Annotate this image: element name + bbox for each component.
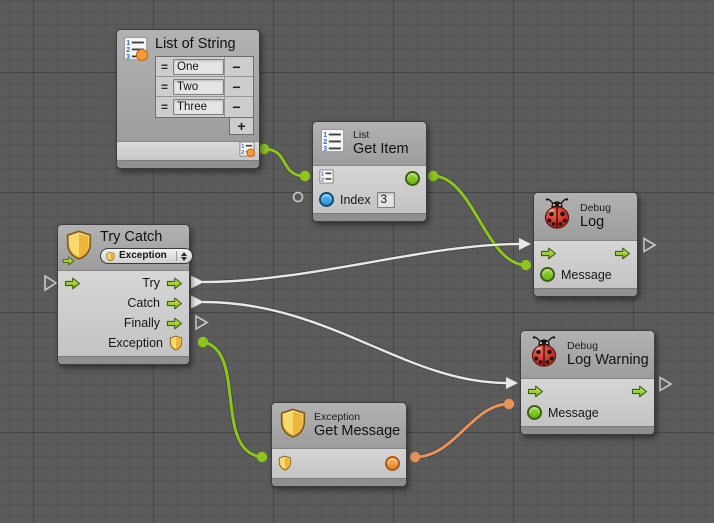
output-port-row — [117, 142, 259, 160]
node-header[interactable]: List Get Item — [313, 122, 426, 166]
node-header[interactable]: Debug Log Warning — [521, 331, 654, 379]
drag-handle-icon[interactable]: = — [156, 60, 173, 74]
exception-label: Exception — [108, 336, 163, 350]
node-title: Log — [580, 215, 611, 230]
list-of-string-icon — [123, 36, 149, 67]
add-item-button[interactable]: + — [229, 118, 254, 135]
node-category: Debug — [580, 203, 611, 214]
exception-type-dropdown[interactable]: Exception — [100, 248, 193, 264]
message-label: Message — [548, 406, 599, 420]
wire-list-to-getitem[interactable] — [259, 144, 310, 181]
trycatch-flow-in-marker[interactable] — [45, 276, 56, 290]
shield-icon — [279, 408, 307, 443]
exception-output-port[interactable] — [169, 335, 183, 351]
try-output-port[interactable] — [166, 277, 183, 290]
finally-output-port[interactable] — [166, 317, 183, 330]
node-category: Exception — [314, 412, 400, 423]
flow-output-port[interactable] — [631, 385, 648, 398]
node-bottom-band — [117, 160, 259, 168]
node-category: Debug — [567, 341, 649, 352]
logwarning-flow-out-marker[interactable] — [660, 378, 671, 391]
message-label: Message — [561, 268, 612, 282]
node-bottom-band — [521, 426, 654, 434]
message-input-port[interactable] — [540, 267, 555, 282]
mini-flow-arrow-icon — [62, 256, 75, 266]
wire-try-to-log[interactable] — [191, 238, 531, 289]
node-header[interactable]: Exception Get Message — [272, 403, 406, 449]
flow-input-port[interactable] — [540, 247, 557, 260]
try-label: Try — [142, 276, 160, 290]
node-title: List of String — [155, 36, 254, 52]
list-item-input[interactable] — [173, 59, 224, 75]
index-label: Index — [340, 193, 371, 207]
node-try-catch[interactable]: Try Catch Exception Try Catch Finall — [57, 224, 190, 365]
catch-output-port[interactable] — [166, 297, 183, 310]
dropdown-value: Exception — [119, 251, 167, 262]
list-item-row: = − — [156, 77, 253, 97]
graph-canvas[interactable]: List of String = − = − = — [0, 0, 714, 523]
exception-input-port[interactable] — [278, 455, 292, 471]
ladybug-icon — [541, 198, 573, 235]
finally-out-marker[interactable] — [196, 316, 207, 329]
node-log-warning[interactable]: Debug Log Warning Message — [520, 330, 655, 435]
dropdown-divider — [176, 251, 177, 261]
node-get-message[interactable]: Exception Get Message — [271, 402, 407, 487]
catch-label: Catch — [127, 296, 160, 310]
message-input-port[interactable] — [527, 405, 542, 420]
drag-handle-icon[interactable]: = — [156, 80, 173, 94]
flow-input-port[interactable] — [64, 277, 81, 290]
index-input-port[interactable] — [319, 192, 334, 207]
node-header[interactable]: Debug Log — [534, 193, 637, 241]
message-output-port[interactable] — [385, 456, 400, 471]
node-get-item[interactable]: List Get Item Index — [312, 121, 427, 222]
shield-flow-icon — [65, 230, 93, 265]
index-in-marker[interactable] — [294, 193, 303, 202]
wire-exception-to-getmessage[interactable] — [198, 337, 267, 462]
drag-handle-icon[interactable]: = — [156, 100, 173, 114]
list-item-input[interactable] — [173, 99, 224, 115]
finally-label: Finally — [124, 316, 160, 330]
remove-item-button[interactable]: − — [224, 57, 248, 76]
flow-output-port[interactable] — [614, 247, 631, 260]
list-output-port[interactable] — [239, 141, 255, 162]
shield-icon — [106, 251, 115, 262]
node-bottom-band — [534, 288, 637, 296]
remove-item-button[interactable]: − — [224, 77, 248, 96]
node-debug-log[interactable]: Debug Log Message — [533, 192, 638, 297]
node-list-of-string[interactable]: List of String = − = − = — [116, 29, 260, 169]
wire-catch-to-logwarning[interactable] — [191, 296, 518, 390]
log-flow-out-marker[interactable] — [644, 239, 655, 252]
flow-input-port[interactable] — [527, 385, 544, 398]
remove-item-button[interactable]: − — [224, 97, 248, 117]
node-category: List — [353, 130, 409, 141]
wire-getitem-to-log-message[interactable] — [428, 171, 531, 270]
dropdown-arrows-icon — [181, 252, 187, 261]
node-bottom-band — [313, 213, 426, 221]
ladybug-icon — [528, 336, 560, 373]
node-bottom-band — [272, 478, 406, 486]
node-title: Get Message — [314, 424, 400, 439]
list-editor: = − = − = − — [155, 56, 254, 118]
node-title: Get Item — [353, 142, 409, 157]
list-input-port[interactable] — [319, 169, 334, 189]
index-input[interactable] — [377, 192, 395, 208]
list-item-row: = − — [156, 57, 253, 77]
node-header[interactable]: List of String = − = − = — [117, 30, 259, 142]
list-item-input[interactable] — [173, 79, 224, 95]
node-header[interactable]: Try Catch Exception — [58, 225, 189, 271]
list-item-row: = − — [156, 97, 253, 117]
node-bottom-band — [58, 356, 189, 364]
node-title: Try Catch — [100, 230, 193, 245]
list-icon — [320, 127, 346, 160]
wire-getmessage-to-warning-message[interactable] — [410, 399, 514, 462]
item-output-port[interactable] — [405, 171, 420, 186]
node-title: Log Warning — [567, 353, 649, 368]
